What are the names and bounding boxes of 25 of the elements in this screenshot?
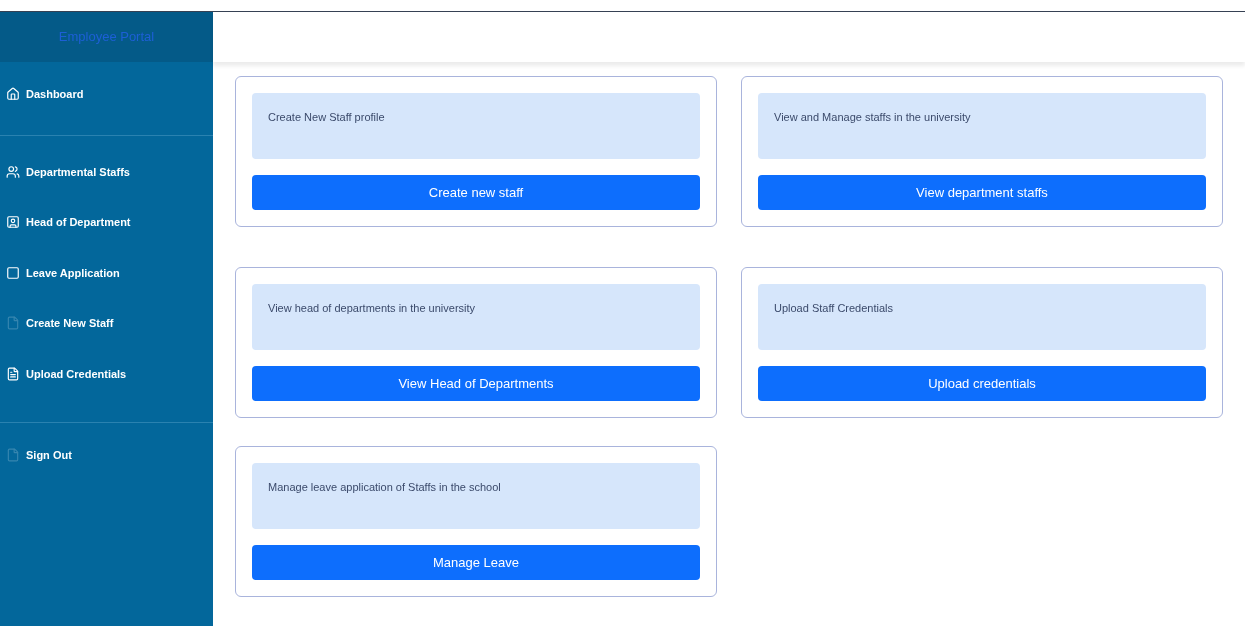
document-icon: [6, 448, 20, 463]
card-description: Create New Staff profile: [268, 110, 386, 125]
sidebar-item[interactable]: Upload Credentials: [0, 365, 213, 382]
card-button[interactable]: Manage Leave: [252, 545, 700, 580]
card-description: Upload Staff Credentials: [774, 301, 895, 316]
sidebar-item[interactable]: Dashboard: [0, 86, 213, 103]
card-button[interactable]: Upload credentials: [758, 366, 1206, 401]
users-icon: [6, 164, 20, 179]
square-icon: [6, 265, 20, 280]
portal-title: Employee Portal: [58, 28, 155, 47]
sidebar-item[interactable]: Departmental Staffs: [0, 163, 213, 180]
card-button[interactable]: View department staffs: [758, 175, 1206, 210]
sidebar-item[interactable]: Create New Staff: [0, 315, 213, 332]
card-button[interactable]: Create new staff: [252, 175, 700, 210]
document-icon: [6, 366, 20, 381]
card-description: View head of departments in the university: [268, 301, 477, 316]
document-icon: [6, 316, 20, 331]
sidebar-item[interactable]: Sign Out: [0, 447, 213, 464]
card-description: View and Manage staffs in the university: [774, 110, 972, 125]
card-description: Manage leave application of Staffs in the school: [268, 480, 502, 495]
home-icon: [6, 87, 20, 102]
user-card-icon: [6, 215, 20, 230]
sidebar-item[interactable]: Head of Department: [0, 214, 213, 231]
card-button[interactable]: View Head of Departments: [252, 366, 700, 401]
sidebar-item[interactable]: Leave Application: [0, 264, 213, 281]
